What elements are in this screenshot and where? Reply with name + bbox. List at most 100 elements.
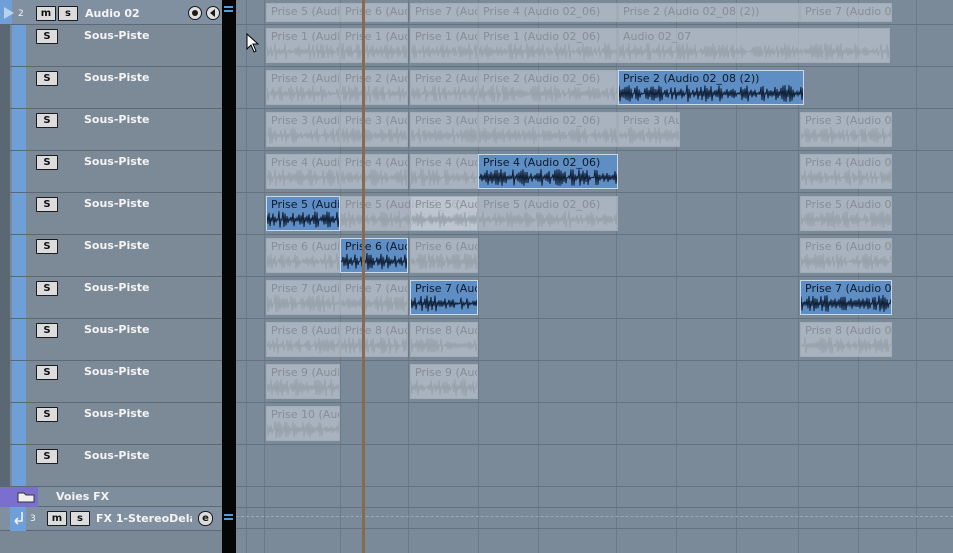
waveform [801, 253, 891, 270]
audio-event-take[interactable]: Prise 2 (Audio 02_06) [478, 70, 618, 105]
audio-event-take[interactable]: Prise 9 (Audio 02_06) [266, 364, 340, 399]
audio-event-take[interactable]: Prise 2 (Audio 02_06) [410, 70, 478, 105]
audio-event-take[interactable]: Prise 6 (Audio 02 [800, 238, 892, 273]
subtrack-row[interactable]: S Sous-Piste 9 [0, 361, 222, 403]
audio-event-take[interactable]: Prise 1 (Audio 02_06) [266, 28, 340, 63]
audio-event-take[interactable]: Prise 8 (Audio 02_06) [410, 322, 478, 357]
subtrack-name[interactable]: Sous-Piste 10 [84, 407, 150, 420]
subtrack-row[interactable]: S Sous-Piste 4 [0, 151, 222, 193]
fx-track-name[interactable]: FX 1-StereoDelay [96, 512, 192, 525]
solo-button[interactable]: S [36, 71, 58, 86]
subtrack-row[interactable]: S Sous-Piste 1 [0, 25, 222, 67]
audio-event-active[interactable]: Prise 6 (Audio 02_06) [340, 238, 408, 273]
subtrack-row[interactable]: S Sous-Piste 8 [0, 319, 222, 361]
solo-button[interactable]: S [36, 197, 58, 212]
audio-event-take[interactable]: Prise 7 (Audio 02 [800, 3, 892, 22]
audio-event-take[interactable]: Prise 8 (Audio 02_06) [266, 322, 340, 357]
subtrack-name[interactable]: Sous-Piste 3 [84, 113, 150, 126]
audio-event-take[interactable]: Prise 7 (Audio 02_06) [340, 280, 408, 315]
edit-instrument-button[interactable]: e [198, 511, 213, 526]
solo-button[interactable]: s [58, 6, 78, 21]
audio-event-take[interactable]: Prise 5 (Audio 02_06) [266, 3, 340, 22]
audio-event-take[interactable]: Prise 8 (Audio 02_06) [340, 322, 408, 357]
audio-event-active[interactable]: Prise 7 (Audio 02 [800, 280, 892, 315]
fx-track-stereodelay[interactable]: 3 m s FX 1-StereoDelay e [0, 507, 222, 531]
solo-button[interactable]: S [36, 449, 58, 464]
audio-event-take[interactable]: Prise 1 (Audio 02_06) [410, 28, 478, 63]
track-number: 2 [18, 9, 24, 19]
track-audio-02[interactable]: 2 m s Audio 02 [0, 0, 222, 25]
subtrack-row[interactable]: S Sous-Piste 5 [0, 193, 222, 235]
audio-event-take[interactable]: Prise 10 (Audio 02_06) [266, 406, 340, 441]
subtrack-name[interactable]: Sous-Piste 1 [84, 29, 150, 42]
audio-event-active[interactable]: Prise 4 (Audio 02_06) [478, 154, 618, 189]
subtrack-name[interactable]: Sous-Piste 9 [84, 365, 150, 378]
expand-triangle-icon[interactable] [4, 7, 14, 19]
output-icon [14, 512, 23, 525]
audio-event-take[interactable]: Prise 4 (Audio 02_06) [410, 154, 478, 189]
audio-event-take[interactable]: Prise 5 (Audio 02_06) [410, 196, 478, 231]
subtrack-row[interactable]: S Sous-Piste 10 [0, 403, 222, 445]
audio-event-take[interactable]: Prise 4 (Audio 02_06) [266, 154, 340, 189]
audio-event-take[interactable]: Prise 6 (Audio 02_06) [340, 3, 408, 22]
subtrack-row[interactable]: S Sous-Piste 11 [0, 445, 222, 487]
fx-folder-track[interactable]: Voies FX [0, 487, 222, 507]
audio-event-take[interactable]: Prise 2 (Audio 02_08 (2)) [618, 3, 800, 22]
audio-event-take[interactable]: Prise 9 (Audio 02_06) [410, 364, 478, 399]
audio-event-take[interactable]: Prise 6 (Audio 02_06) [410, 238, 478, 273]
audio-event-take[interactable]: Prise 6 (Audio 02_06) [266, 238, 340, 273]
project-cursor[interactable] [362, 0, 365, 553]
solo-button[interactable]: S [36, 365, 58, 380]
solo-button[interactable]: S [36, 113, 58, 128]
solo-button[interactable]: S [36, 323, 58, 338]
subtrack-name[interactable]: Sous-Piste 7 [84, 281, 150, 294]
audio-event-take[interactable]: Prise 5 (Audio 02_06) [478, 196, 618, 231]
audio-event-active[interactable]: Prise 5 (Audio 02_06) [266, 196, 340, 231]
audio-event-active[interactable]: Prise 7 (Audio 02_06) [410, 280, 478, 315]
subtrack-name[interactable]: Sous-Piste 11 [84, 449, 150, 462]
solo-button[interactable]: S [36, 29, 58, 44]
mute-button[interactable]: m [36, 6, 56, 21]
solo-button[interactable]: S [36, 239, 58, 254]
event-display[interactable]: Prise 5 (Audio 02_06)Prise 6 (Audio 02_0… [236, 0, 953, 553]
audio-event-take[interactable]: Prise 1 (Audio 02_06) [340, 28, 408, 63]
audio-event-take[interactable]: Prise 4 (Audio 02_06) [478, 3, 618, 22]
audio-event-take[interactable]: Prise 2 (Audio 02_06) [340, 70, 408, 105]
audio-event-take[interactable]: Prise 3 (Audio 02_06) [340, 112, 408, 147]
audio-event-take[interactable]: Prise 3 (Audio 02_06) [410, 112, 478, 147]
fx-folder-name[interactable]: Voies FX [56, 490, 109, 503]
speaker-icon[interactable] [206, 6, 220, 20]
monitor-icon[interactable] [188, 6, 202, 20]
audio-event-take[interactable]: Prise 4 (Audio 02_06) [340, 154, 408, 189]
audio-event-take[interactable]: Prise 3 (Audio 02_06) [266, 112, 340, 147]
subtrack-row[interactable]: S Sous-Piste 2 [0, 67, 222, 109]
audio-event-take[interactable]: Prise 3 (Au [618, 112, 680, 147]
audio-event-take[interactable]: Prise 1 (Audio 02_06) [478, 28, 618, 63]
fx-mute-button[interactable]: m [47, 511, 67, 526]
solo-button[interactable]: S [36, 281, 58, 296]
audio-event-take[interactable]: Prise 3 (Audio 02_06) [478, 112, 618, 147]
meter-indicator [224, 6, 233, 8]
subtrack-row[interactable]: S Sous-Piste 6 [0, 235, 222, 277]
subtrack-name[interactable]: Sous-Piste 2 [84, 71, 150, 84]
subtrack-row[interactable]: S Sous-Piste 3 [0, 109, 222, 151]
audio-event-active[interactable]: Prise 2 (Audio 02_08 (2)) [618, 70, 804, 105]
subtrack-name[interactable]: Sous-Piste 5 [84, 197, 150, 210]
solo-button[interactable]: S [36, 407, 58, 422]
audio-event-take[interactable]: Prise 4 (Audio 02 [800, 154, 892, 189]
subtrack-name[interactable]: Sous-Piste 4 [84, 155, 150, 168]
subtrack-name[interactable]: Sous-Piste 8 [84, 323, 150, 336]
audio-event-take[interactable]: Prise 2 (Audio 02_06) [266, 70, 340, 105]
solo-button[interactable]: S [36, 155, 58, 170]
track-color-strip [0, 319, 10, 360]
track-name[interactable]: Audio 02 [85, 7, 175, 20]
audio-event-take[interactable]: Prise 5 (Audio 02 [800, 196, 892, 231]
audio-event-take[interactable]: Prise 8 (Audio 02 [800, 322, 892, 357]
subtrack-name[interactable]: Sous-Piste 6 [84, 239, 150, 252]
audio-event-take[interactable]: Prise 3 (Audio 02 [800, 112, 892, 147]
fx-solo-button[interactable]: s [70, 511, 90, 526]
subtrack-row[interactable]: S Sous-Piste 7 [0, 277, 222, 319]
audio-event-take[interactable]: Audio 02_07 [618, 28, 890, 63]
audio-event-take[interactable]: Prise 7 (Audio 02_06) [410, 3, 478, 22]
audio-event-take[interactable]: Prise 7 (Audio 02_06) [266, 280, 340, 315]
